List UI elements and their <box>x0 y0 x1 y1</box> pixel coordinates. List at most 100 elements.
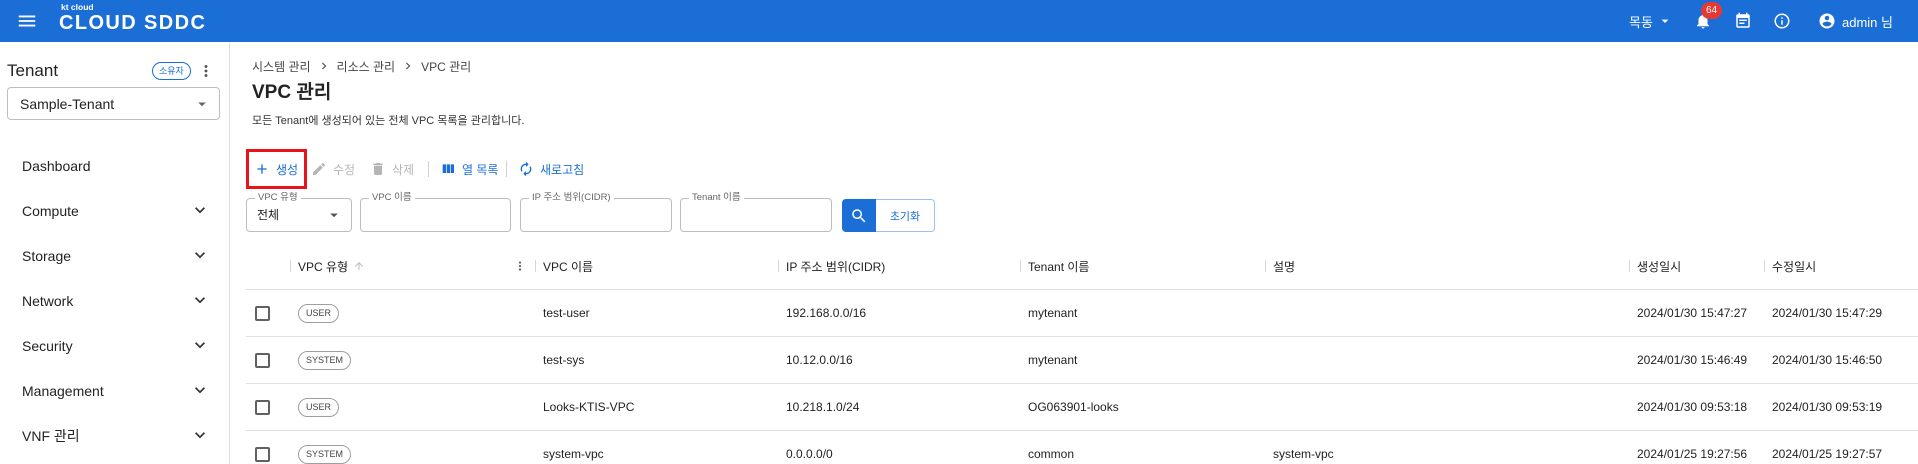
column-header-description[interactable]: 설명 <box>1265 243 1629 289</box>
chevron-right-icon <box>406 62 411 70</box>
row-checkbox-cell <box>246 337 290 383</box>
column-header-vpc-name[interactable]: VPC 이름 <box>535 243 778 289</box>
calendar-button[interactable] <box>1734 12 1752 30</box>
sidebar-item-vnf[interactable]: VNF 관리 <box>0 413 229 458</box>
column-header-label: VPC 이름 <box>543 259 594 274</box>
sidebar-item-dashboard[interactable]: Dashboard <box>0 143 229 188</box>
page-description: 모든 Tenant에 생성되어 있는 전체 VPC 목록을 관리합니다. <box>252 115 525 127</box>
chevron-down-icon <box>195 207 205 214</box>
cell-vpc-name: test-sys <box>543 353 585 367</box>
sidebar-item-network[interactable]: Network <box>0 278 229 323</box>
table-row[interactable]: SYSTEM test-sys 10.12.0.0/16 mytenant 20… <box>246 337 1918 384</box>
user-menu[interactable]: admin 님 <box>1818 0 1893 42</box>
column-header-label: 생성일시 <box>1637 259 1682 274</box>
row-checkbox[interactable] <box>255 352 270 368</box>
menu-icon[interactable] <box>16 10 38 32</box>
column-header-vpc-type[interactable]: VPC 유형 <box>290 243 535 289</box>
cell-description <box>1265 290 1629 336</box>
account-circle-icon <box>1819 13 1835 29</box>
cell-cidr: 10.12.0.0/16 <box>786 353 853 367</box>
toolbar-divider <box>428 161 429 177</box>
sidebar-item-compute[interactable]: Compute <box>0 188 229 233</box>
info-icon <box>1774 13 1790 29</box>
breadcrumb: 시스템 관리 리소스 관리 VPC 관리 <box>252 57 471 75</box>
info-button[interactable] <box>1773 12 1791 30</box>
tenant-name-field: Tenant 이름 <box>680 192 832 232</box>
sidebar: Tenant 소유자 Sample-Tenant Dashboard Compu… <box>0 42 230 464</box>
column-header-cidr[interactable]: IP 주소 범위(CIDR) <box>778 243 1020 289</box>
cell-created: 2024/01/30 15:47:27 <box>1637 306 1748 320</box>
sidebar-item-label: Compute <box>22 202 79 219</box>
row-checkbox[interactable] <box>255 446 270 462</box>
column-header-label: Tenant 이름 <box>1028 259 1090 274</box>
refresh-button[interactable]: 새로고침 <box>518 157 584 181</box>
cell-vpc-type: USER <box>290 290 535 336</box>
tenant-options-button[interactable] <box>197 62 215 80</box>
column-header-modified[interactable]: 수정일시 <box>1764 243 1918 289</box>
row-checkbox[interactable] <box>255 305 270 321</box>
breadcrumb-item[interactable]: 리소스 관리 <box>337 58 396 75</box>
sidebar-item-label: Dashboard <box>22 157 91 174</box>
cell-cidr: 10.218.1.0/24 <box>786 400 860 414</box>
caret-down-icon <box>1661 19 1669 23</box>
toolbar-divider <box>506 161 507 177</box>
sidebar-item-storage[interactable]: Storage <box>0 233 229 278</box>
calendar-icon <box>1736 12 1750 28</box>
row-checkbox[interactable] <box>255 399 270 415</box>
more-vert-icon <box>204 65 208 77</box>
cidr-input[interactable] <box>531 199 661 231</box>
column-header-label: 설명 <box>1273 259 1296 274</box>
table-row[interactable]: SYSTEM system-vpc 0.0.0.0/0 common syste… <box>246 431 1918 464</box>
vpc-type-badge: SYSTEM <box>298 350 352 370</box>
cell-created: 2024/01/30 15:46:49 <box>1637 353 1748 367</box>
edit-button[interactable]: 수정 <box>311 157 355 181</box>
chevron-down-icon <box>195 252 205 259</box>
sort-arrow-up-icon[interactable] <box>353 260 365 272</box>
cell-created: 2024/01/30 09:53:18 <box>1637 400 1748 414</box>
location-dropdown[interactable]: 목동 <box>1629 0 1673 42</box>
row-checkbox-cell <box>246 384 290 430</box>
table-row[interactable]: USER test-user 192.168.0.0/16 mytenant 2… <box>246 290 1918 337</box>
sidebar-menu: Dashboard Compute Storage Network Securi… <box>0 143 229 458</box>
cell-modified: 2024/01/30 09:53:19 <box>1772 400 1883 414</box>
cell-vpc-name: Looks-KTIS-VPC <box>543 400 635 414</box>
sidebar-item-management[interactable]: Management <box>0 368 229 413</box>
column-header-tenant-name[interactable]: Tenant 이름 <box>1020 243 1265 289</box>
table-row[interactable]: USER Looks-KTIS-VPC 10.218.1.0/24 OG0639… <box>246 384 1918 431</box>
chevron-down-icon <box>195 387 205 394</box>
sidebar-item-security[interactable]: Security <box>0 323 229 368</box>
cell-tenant-name: mytenant <box>1028 306 1078 320</box>
breadcrumb-item[interactable]: 시스템 관리 <box>252 58 311 75</box>
cell-vpc-type: USER <box>290 384 535 430</box>
vpc-type-badge: USER <box>298 303 340 323</box>
delete-button[interactable]: 삭제 <box>370 157 414 181</box>
sidebar-item-label: Network <box>22 292 74 309</box>
chevron-down-icon <box>195 432 205 439</box>
vpc-type-select[interactable]: VPC 유형 전체 <box>246 192 352 232</box>
cell-cidr: 0.0.0.0/0 <box>786 447 833 461</box>
notifications-button[interactable]: 64 <box>1694 0 1724 42</box>
reset-label: 초기화 <box>889 210 921 223</box>
columns-button[interactable]: 열 목록 <box>440 157 498 181</box>
search-button[interactable] <box>842 199 876 232</box>
more-vert-icon[interactable] <box>513 258 527 274</box>
sidebar-item-label: Storage <box>22 247 72 264</box>
cell-description <box>1265 337 1629 383</box>
vpc-table: VPC 유형 VPC 이름 IP 주소 범위(CIDR) Tenant 이름 설… <box>246 243 1918 464</box>
cell-vpc-type: SYSTEM <box>290 431 535 464</box>
view-column-icon <box>442 164 454 173</box>
cell-created: 2024/01/25 19:27:56 <box>1637 447 1748 461</box>
cell-description: system-vpc <box>1273 447 1334 461</box>
top-app-bar: kt cloud CLOUD SDDC 목동 64 admin 님 <box>0 0 1918 42</box>
column-header-created[interactable]: 생성일시 <box>1629 243 1764 289</box>
cell-modified: 2024/01/30 15:46:50 <box>1772 353 1883 367</box>
refresh-icon <box>520 161 532 177</box>
location-label: 목동 <box>1629 14 1653 30</box>
role-badge: 소유자 <box>152 62 191 80</box>
tenant-select[interactable]: Sample-Tenant <box>7 87 220 120</box>
reset-button[interactable]: 초기화 <box>876 199 935 232</box>
vpc-name-input[interactable] <box>371 199 500 231</box>
search-icon <box>852 208 866 222</box>
logo[interactable]: kt cloud CLOUD SDDC <box>58 0 210 42</box>
tenant-name-input[interactable] <box>691 199 821 231</box>
